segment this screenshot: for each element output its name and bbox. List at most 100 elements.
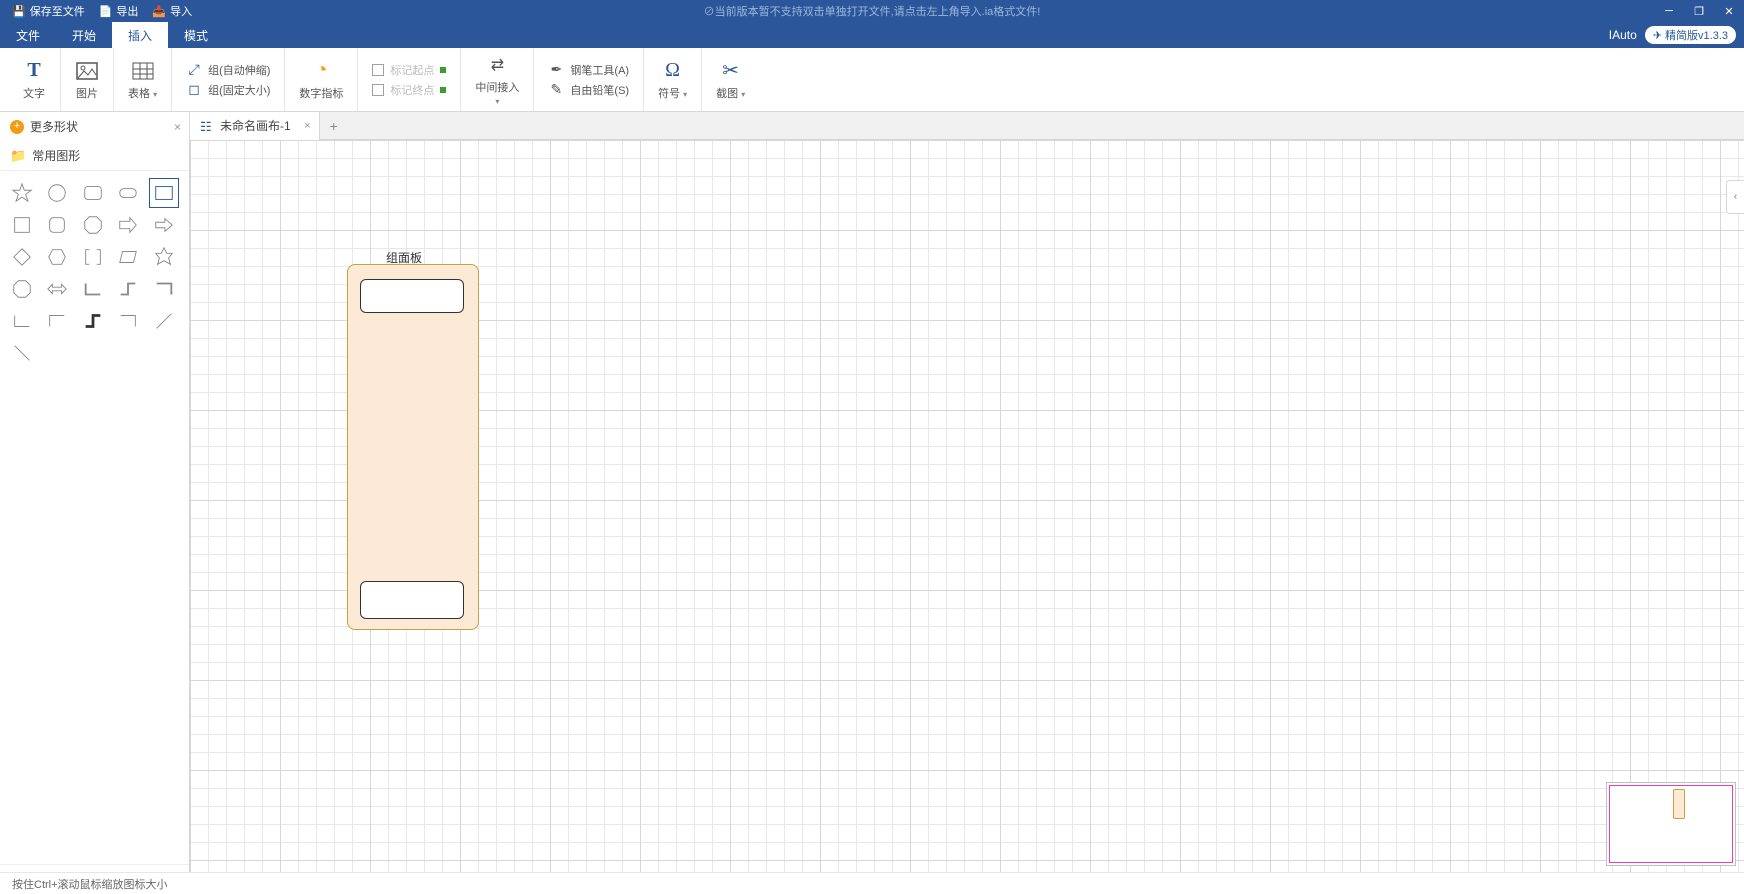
canvas[interactable]: 组面板: [190, 140, 1744, 894]
tab-add-button[interactable]: +: [320, 112, 348, 140]
tab-mode[interactable]: 模式: [168, 22, 224, 48]
canvas-tab[interactable]: ☷ 未命名画布-1 ×: [190, 112, 320, 140]
export-icon: 📄: [99, 5, 113, 18]
shape-line[interactable]: [150, 307, 178, 335]
ribbon-group-text: T 文字: [8, 48, 61, 111]
save-to-file-button[interactable]: 💾 保存至文件: [12, 3, 85, 19]
shape-double-arrow[interactable]: [43, 275, 71, 303]
minimap-viewport[interactable]: [1609, 785, 1733, 863]
minimize-button[interactable]: ─: [1654, 0, 1684, 22]
sidebar-header[interactable]: + 更多形状 ×: [0, 112, 189, 141]
tab-start[interactable]: 开始: [56, 22, 112, 48]
shape-octagon-small[interactable]: [79, 211, 107, 239]
expand-icon: ⤢: [186, 62, 202, 78]
status-bar: 按住Ctrl+滚动鼠标缩放图标大小: [0, 872, 1744, 894]
mark-start-label: 标记起点: [390, 62, 434, 78]
shape-connector-3[interactable]: [150, 275, 178, 303]
symbol-button[interactable]: Ω 符号 ▾: [658, 59, 687, 101]
plus-icon: +: [10, 120, 24, 134]
shape-arrow-box[interactable]: [114, 211, 142, 239]
shape-star6[interactable]: [150, 243, 178, 271]
free-pencil-button[interactable]: ✎ 自由铅笔(S): [548, 82, 629, 98]
scissors-icon: ✂: [719, 59, 743, 83]
omega-icon: Ω: [661, 59, 685, 83]
version-text: 精简版v1.3.3: [1665, 27, 1728, 43]
mid-connect-button[interactable]: ⇄ 中间接入 ▾: [475, 53, 519, 106]
ribbon-group-symbol: Ω 符号 ▾: [644, 48, 702, 111]
shape-capsule[interactable]: [114, 179, 142, 207]
shape-diamond[interactable]: [8, 243, 36, 271]
image-icon: [75, 59, 99, 83]
screenshot-label: 截图 ▾: [716, 85, 745, 101]
minimap[interactable]: [1606, 782, 1736, 866]
shape-rounded-rect[interactable]: [79, 179, 107, 207]
mark-end-check[interactable]: 标记终点: [372, 82, 446, 98]
close-button[interactable]: ✕: [1714, 0, 1744, 22]
shape-connector-4[interactable]: [8, 307, 36, 335]
save-label: 保存至文件: [30, 3, 85, 19]
tab-close-button[interactable]: ×: [304, 120, 310, 132]
common-shapes-section[interactable]: 📁 常用图形: [0, 141, 189, 171]
maximize-button[interactable]: ❐: [1684, 0, 1714, 22]
right-panel-toggle[interactable]: ‹: [1726, 180, 1744, 214]
menu-bar: 文件 开始 插入 模式 IAuto ✈ 精简版v1.3.3: [0, 22, 1744, 48]
shape-octagon[interactable]: [8, 275, 36, 303]
inner-rect-bottom[interactable]: [360, 581, 464, 619]
table-button[interactable]: 表格 ▾: [128, 59, 157, 101]
mark-start-check[interactable]: 标记起点: [372, 62, 446, 78]
shape-line-diag[interactable]: [8, 339, 36, 367]
pen-tool-button[interactable]: ✒ 钢笔工具(A): [548, 62, 629, 78]
import-label: 导入: [170, 3, 192, 19]
text-icon: T: [22, 59, 46, 83]
text-label: 文字: [23, 85, 45, 101]
tab-file[interactable]: 文件: [0, 22, 56, 48]
pencil-icon: ✎: [548, 82, 564, 98]
pen-icon: ✒: [548, 62, 564, 78]
shape-square[interactable]: [8, 211, 36, 239]
screenshot-button[interactable]: ✂ 截图 ▾: [716, 59, 745, 101]
ribbon-group-connect: ⇄ 中间接入 ▾: [461, 48, 534, 111]
shape-rounded-sq[interactable]: [43, 211, 71, 239]
ribbon-group-image: 图片: [61, 48, 114, 111]
window-controls: ─ ❐ ✕: [1654, 0, 1744, 22]
title-notice: ⊘当前版本暂不支持双击单独打开文件,请点击左上角导入.ia格式文件!: [704, 3, 1041, 19]
sidebar-close-button[interactable]: ×: [174, 120, 181, 134]
shape-connector-5[interactable]: [43, 307, 71, 335]
shape-rect[interactable]: [150, 179, 178, 207]
shape-circle[interactable]: [43, 179, 71, 207]
ribbon-group-pen: ✒ 钢笔工具(A) ✎ 自由铅笔(S): [534, 48, 644, 111]
group-fixed-label: 组(固定大小): [208, 82, 270, 98]
mark-end-label: 标记终点: [390, 82, 434, 98]
shape-star[interactable]: [8, 179, 36, 207]
shape-connector-2[interactable]: [114, 275, 142, 303]
title-actions: 💾 保存至文件 📄 导出 📥 导入: [0, 3, 192, 19]
shape-bracket[interactable]: [79, 243, 107, 271]
shapes-grid: [0, 171, 189, 375]
symbol-label: 符号 ▾: [658, 85, 687, 101]
ribbon-group-screenshot: ✂ 截图 ▾: [702, 48, 759, 111]
shape-connector-7[interactable]: [114, 307, 142, 335]
tab-insert[interactable]: 插入: [112, 22, 168, 48]
shape-connector-1[interactable]: [79, 275, 107, 303]
shape-parallelogram[interactable]: [114, 243, 142, 271]
export-button[interactable]: 📄 导出: [99, 3, 139, 19]
num-indicator-label: 数字指标: [299, 85, 343, 101]
version-badge[interactable]: ✈ 精简版v1.3.3: [1645, 26, 1736, 44]
end-dot-icon: [440, 87, 446, 93]
text-button[interactable]: T 文字: [22, 59, 46, 101]
image-button[interactable]: 图片: [75, 59, 99, 101]
num-indicator-button[interactable]: ◔ 数字指标: [299, 59, 343, 101]
plane-icon: ✈: [1653, 29, 1662, 42]
group-auto-button[interactable]: ⤢ 组(自动伸缩): [186, 62, 270, 78]
minimap-shape: [1673, 789, 1685, 819]
pen-tool-label: 钢笔工具(A): [570, 62, 629, 78]
inner-rect-top[interactable]: [360, 279, 464, 313]
shape-connector-6[interactable]: [79, 307, 107, 335]
group-fixed-button[interactable]: ◻ 组(固定大小): [186, 82, 270, 98]
group-panel-shape[interactable]: [347, 264, 479, 630]
shape-arrow-right[interactable]: [150, 211, 178, 239]
import-button[interactable]: 📥 导入: [152, 3, 192, 19]
status-hint: 按住Ctrl+滚动鼠标缩放图标大小: [12, 876, 168, 892]
shape-hexagon[interactable]: [43, 243, 71, 271]
table-label: 表格 ▾: [128, 85, 157, 101]
